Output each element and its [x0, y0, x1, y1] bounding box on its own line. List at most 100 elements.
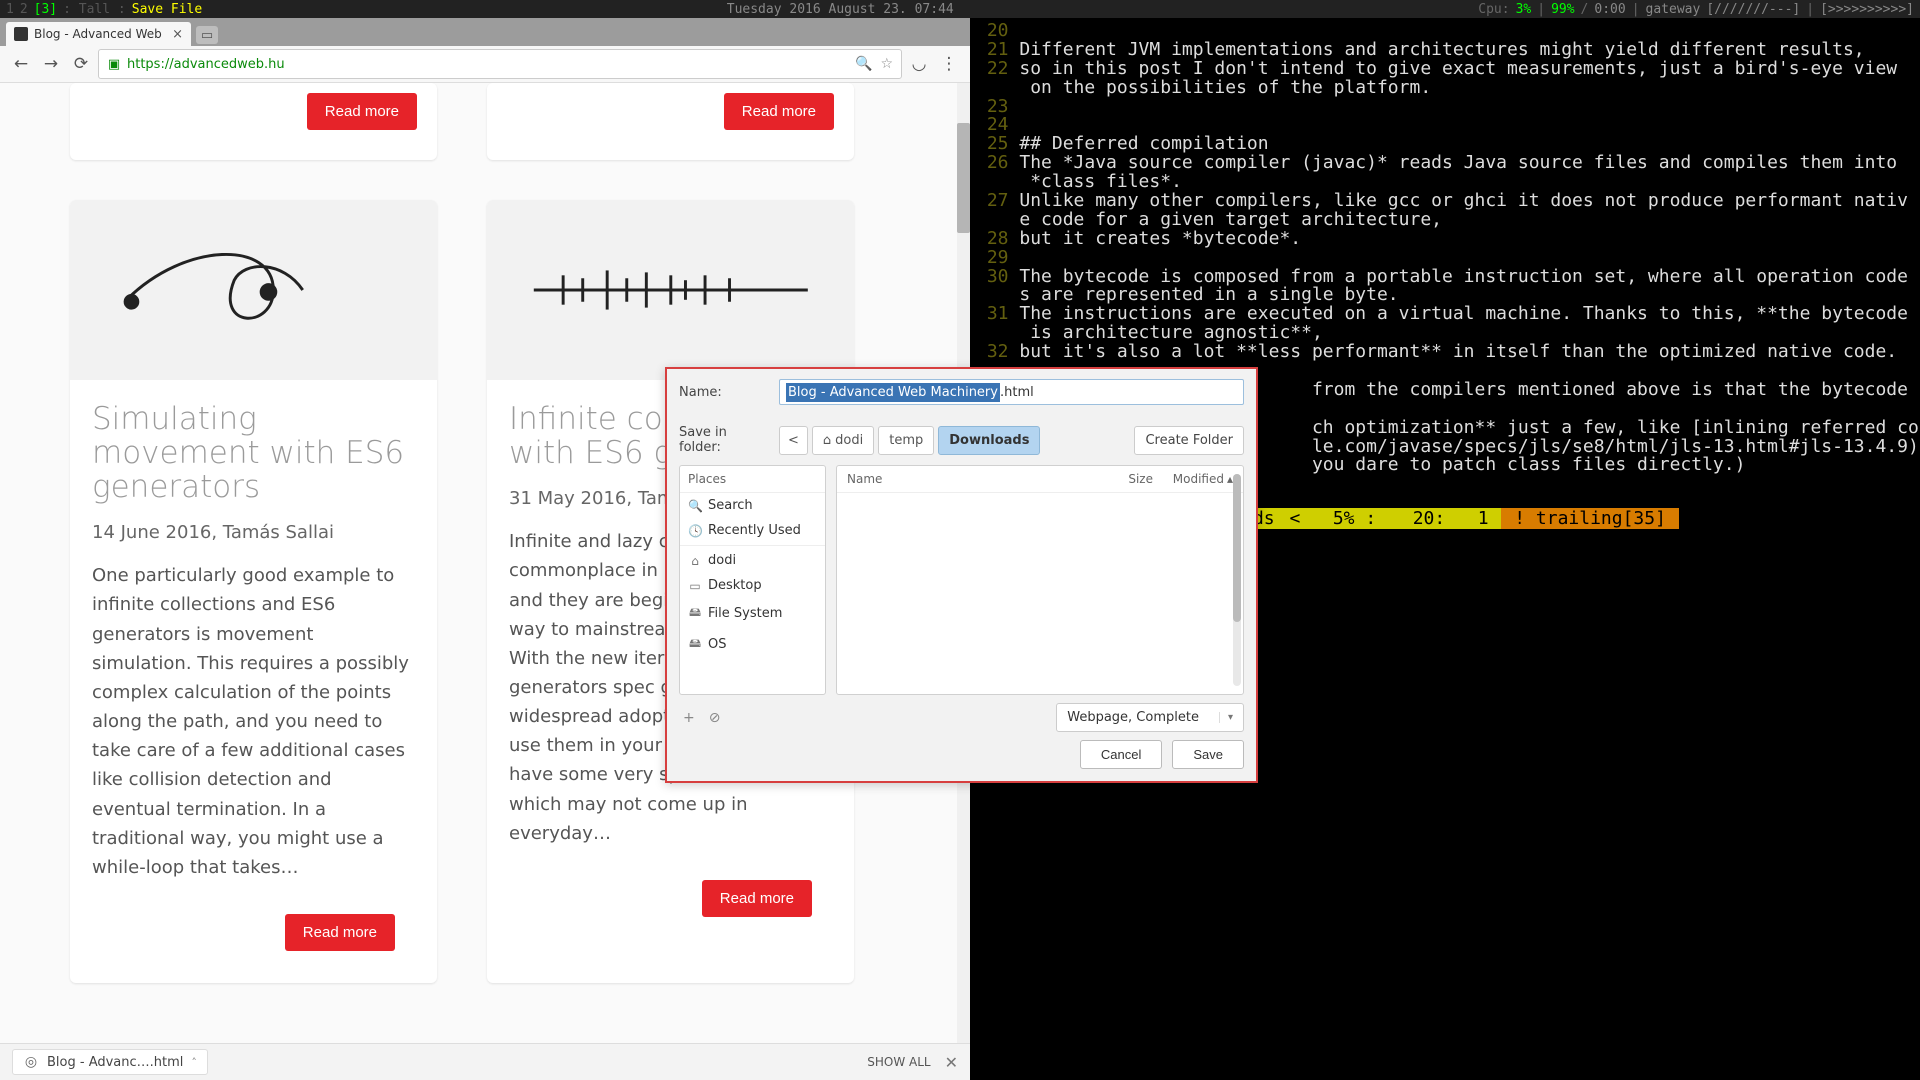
download-item[interactable]: ◎ Blog - Advanc….html ˄ — [12, 1049, 208, 1075]
places-item-os[interactable]: 🖴OS — [680, 629, 825, 660]
places-panel: Places 🔍Search🕓Recently Used ⌂dodi▭Deskto… — [679, 465, 826, 695]
cancel-button[interactable]: Cancel — [1080, 740, 1162, 769]
file-list-scrollbar[interactable] — [1233, 474, 1241, 686]
post-title[interactable]: Simulating movement with ES6 generators — [92, 402, 415, 504]
html-file-icon: ◎ — [23, 1054, 39, 1070]
read-more-button[interactable]: Read more — [285, 914, 395, 951]
back-button[interactable]: ← — [8, 51, 34, 77]
home-icon: ⌂ — [823, 433, 831, 448]
address-bar[interactable]: ▣ https://advancedweb.hu 🔍 ☆ — [98, 49, 902, 79]
place-icon: 🖴 — [688, 634, 702, 655]
bookmark-star-icon[interactable]: ☆ — [880, 56, 893, 72]
place-icon: ▭ — [688, 579, 702, 593]
extra-bars: [>>>>>>>>>>] — [1820, 2, 1914, 17]
wm-layout-label: : Tall : — [63, 2, 126, 17]
tab-blog[interactable]: Blog - Advanced Web × — [6, 22, 191, 46]
places-header: Places — [680, 466, 825, 493]
reload-button[interactable]: ⟳ — [68, 51, 94, 77]
scrollbar-thumb[interactable] — [957, 123, 970, 233]
post-card: Simulating movement with ES6 generators … — [70, 200, 437, 983]
places-item-dodi[interactable]: ⌂dodi — [680, 548, 825, 573]
filename-extension: .html — [1000, 385, 1034, 400]
favicon-icon — [14, 27, 28, 41]
download-shelf: ◎ Blog - Advanc….html ˄ SHOW ALL ✕ — [0, 1043, 970, 1080]
editor-line[interactable]: 23 — [976, 98, 1914, 117]
place-icon: ⌂ — [688, 554, 702, 568]
places-item-search[interactable]: 🔍Search — [680, 493, 825, 518]
cpu-label: Cpu: — [1478, 2, 1509, 17]
statusline-position-pct: < 5% : — [1287, 508, 1389, 529]
filename-label: Name: — [679, 385, 769, 400]
browser-menu-icon[interactable]: ⋮ — [936, 51, 962, 77]
url-text: https://advancedweb.hu — [127, 57, 285, 72]
tab-strip: Blog - Advanced Web × ▭ — [0, 18, 970, 46]
places-item-desktop[interactable]: ▭Desktop — [680, 573, 825, 598]
remove-bookmark-button[interactable]: ⊘ — [709, 710, 721, 726]
column-header-size[interactable]: Size — [1103, 472, 1153, 486]
read-more-button[interactable]: Read more — [702, 880, 812, 917]
download-filename: Blog - Advanc….html — [47, 1055, 183, 1070]
editor-line[interactable]: on the possibilities of the platform. — [976, 79, 1914, 98]
pocket-icon[interactable]: ◡ — [906, 51, 932, 77]
show-all-downloads[interactable]: SHOW ALL — [867, 1055, 930, 1069]
read-more-button[interactable]: Read more — [724, 93, 834, 130]
statusline-cursor-pos: 20: 1 — [1389, 508, 1501, 529]
breadcrumb-back-button[interactable]: < — [779, 426, 808, 455]
chevron-up-icon[interactable]: ˄ — [191, 1056, 197, 1069]
places-item-file-system[interactable]: 🖴File System — [680, 598, 825, 629]
wm-window-title: Save File — [132, 2, 202, 17]
browser-toolbar: ← → ⟳ ▣ https://advancedweb.hu 🔍 ☆ ◡ ⋮ — [0, 46, 970, 83]
post-thumbnail — [487, 200, 854, 380]
create-folder-button[interactable]: Create Folder — [1134, 426, 1244, 455]
breadcrumb-temp[interactable]: temp — [878, 426, 934, 455]
save-in-folder-label: Save in folder: — [679, 425, 769, 455]
read-more-button[interactable]: Read more — [307, 93, 417, 130]
post-card-upper-left: Read more — [70, 83, 437, 160]
save-button[interactable]: Save — [1172, 740, 1244, 769]
place-icon: 🕓 — [688, 524, 702, 538]
cpu-pct: 3% — [1516, 2, 1532, 17]
new-tab-button[interactable]: ▭ — [196, 26, 218, 44]
filename-selection: Blog - Advanced Web Machinery — [786, 383, 1000, 402]
load-avg: 0:00 — [1594, 2, 1625, 17]
gateway-bars: [///////---] — [1706, 2, 1800, 17]
forward-button[interactable]: → — [38, 51, 64, 77]
lock-icon: ▣ — [107, 57, 121, 71]
tab-title: Blog - Advanced Web — [34, 27, 166, 41]
search-in-omnibox-icon[interactable]: 🔍 — [855, 56, 872, 72]
editor-line[interactable]: 32 but it's also a lot **less performant… — [976, 343, 1914, 362]
mem-pct: 99% — [1551, 2, 1574, 17]
workspace-3-active[interactable]: [3] — [34, 2, 57, 17]
post-meta: 14 June 2016, Tamás Sallai — [92, 522, 415, 543]
filename-input[interactable]: Blog - Advanced Web Machinery.html — [779, 379, 1244, 405]
clock: Tuesday 2016 August 23. 07:44 — [727, 2, 954, 17]
column-header-name[interactable]: Name — [847, 472, 1103, 486]
workspace-2[interactable]: 2 — [20, 2, 28, 17]
place-icon: 🖴 — [688, 603, 702, 624]
gateway-label: gateway — [1646, 2, 1701, 17]
statusline-trailing-warning: ! trailing[35] — [1501, 508, 1678, 529]
tab-close-icon[interactable]: × — [172, 27, 183, 42]
file-type-dropdown[interactable]: Webpage, Complete ▾ — [1056, 703, 1244, 732]
file-list-panel[interactable]: Name Size Modified ▴ — [836, 465, 1244, 695]
breadcrumb-downloads[interactable]: Downloads — [938, 426, 1040, 455]
post-card-upper-right: Read more — [487, 83, 854, 160]
post-excerpt: One particularly good example to infinit… — [92, 561, 415, 882]
editor-line[interactable]: 22 so in this post I don't intend to giv… — [976, 60, 1914, 79]
add-bookmark-button[interactable]: + — [683, 710, 695, 726]
workspace-1[interactable]: 1 — [6, 2, 14, 17]
save-file-dialog: Name: Blog - Advanced Web Machinery.html… — [665, 367, 1258, 783]
editor-line[interactable]: 21 Different JVM implementations and arc… — [976, 41, 1914, 60]
close-shelf-icon[interactable]: ✕ — [945, 1053, 958, 1072]
editor-line[interactable]: 29 — [976, 249, 1914, 268]
post-thumbnail — [70, 200, 437, 380]
editor-line[interactable]: 28 but it creates *bytecode*. — [976, 230, 1914, 249]
top-status-bar: 1 2 [3] : Tall : Save File Tuesday 2016 … — [0, 0, 1920, 18]
place-icon: 🔍 — [688, 499, 702, 513]
file-type-label: Webpage, Complete — [1067, 710, 1199, 725]
breadcrumb-dodi[interactable]: ⌂ dodi — [812, 426, 874, 455]
editor-line[interactable]: e code for a given target architecture, — [976, 211, 1914, 230]
column-header-modified[interactable]: Modified ▴ — [1153, 472, 1233, 486]
chevron-down-icon: ▾ — [1219, 712, 1233, 723]
places-item-recently-used[interactable]: 🕓Recently Used — [680, 518, 825, 543]
